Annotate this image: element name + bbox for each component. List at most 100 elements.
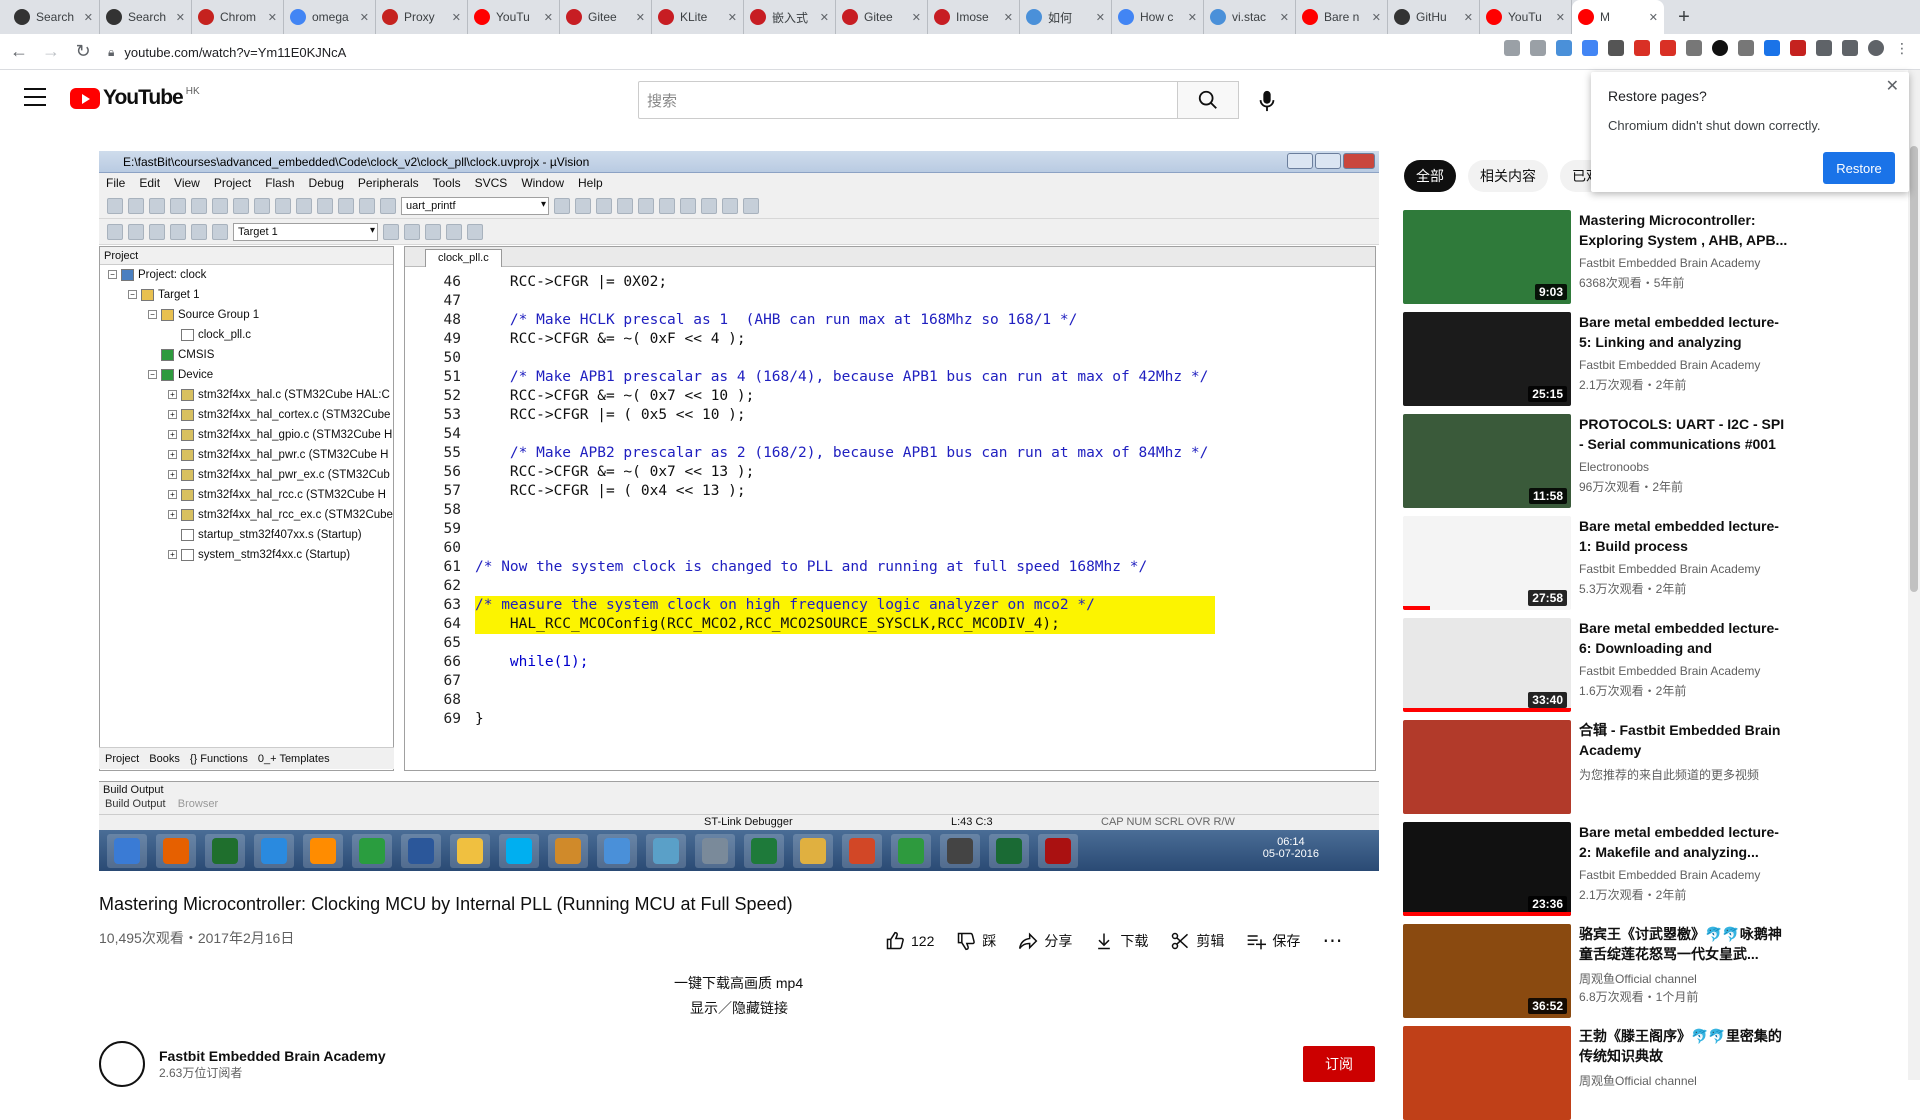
restore-button[interactable]: Restore: [1823, 152, 1895, 184]
tab-close-icon[interactable]: ✕: [1556, 11, 1565, 24]
tab-close-icon[interactable]: ✕: [452, 11, 461, 24]
menu-kebab-icon[interactable]: ⋮: [1894, 40, 1910, 56]
browser-tab[interactable]: 嵌入式 ✕: [744, 0, 836, 34]
tab-close-icon[interactable]: ✕: [1004, 11, 1013, 24]
video-thumbnail[interactable]: 11:58: [1403, 414, 1571, 508]
subscribe-button[interactable]: 订阅: [1303, 1046, 1375, 1082]
download-button[interactable]: 下载: [1094, 931, 1148, 951]
recommended-video[interactable]: 33:40 Bare metal embedded lecture-6: Down…: [1403, 618, 1903, 712]
show-hide-links[interactable]: 显示／隐藏链接: [690, 998, 788, 1018]
video-title[interactable]: Bare metal embedded lecture-2: Makefile …: [1579, 822, 1789, 862]
browser-tab[interactable]: GitHu ✕: [1388, 0, 1480, 34]
tab-close-icon[interactable]: ✕: [912, 11, 921, 24]
video-channel[interactable]: Fastbit Embedded Brain Academy: [1579, 562, 1760, 576]
extension-icon[interactable]: [1686, 40, 1702, 56]
address-bar[interactable]: 🔒︎ youtube.com/watch?v=Ym11E0KJNcA: [108, 39, 1388, 65]
extension-icon[interactable]: [1738, 40, 1754, 56]
tab-close-icon[interactable]: ✕: [1372, 11, 1381, 24]
extension-icon[interactable]: [1582, 40, 1598, 56]
video-title[interactable]: PROTOCOLS: UART - I2C - SPI - Serial com…: [1579, 414, 1789, 454]
video-thumbnail[interactable]: 9:03: [1403, 210, 1571, 304]
reload-icon[interactable]: ↻: [70, 39, 96, 65]
video-player[interactable]: E:\fastBit\courses\advanced_embedded\Cod…: [99, 151, 1379, 871]
scrollbar-thumb[interactable]: [1910, 146, 1918, 592]
video-channel[interactable]: 周观鱼Official channel: [1579, 970, 1697, 987]
close-icon[interactable]: ✕: [1886, 76, 1899, 96]
tab-close-icon[interactable]: ✕: [1280, 11, 1289, 24]
recommended-video[interactable]: 9:03 Mastering Microcontroller: Exploring…: [1403, 210, 1903, 304]
recommended-video[interactable]: 36:52 骆宾王《讨武曌檄》🐬🐬咏鹅神童舌绽莲花怒骂一代女皇武... 周观鱼Off…: [1403, 924, 1903, 1018]
video-channel[interactable]: Fastbit Embedded Brain Academy: [1579, 664, 1760, 678]
video-thumbnail[interactable]: 33:40: [1403, 618, 1571, 712]
tab-close-icon[interactable]: ✕: [268, 11, 277, 24]
video-title[interactable]: 王勃《滕王阁序》🐬🐬里密集的传统知识典故: [1579, 1026, 1789, 1066]
video-title[interactable]: Bare metal embedded lecture-1: Build pro…: [1579, 516, 1789, 556]
github-icon[interactable]: [1712, 40, 1728, 56]
recommended-video[interactable]: 合辑 - Fastbit Embedded Brain Academy 为您推荐的…: [1403, 720, 1903, 814]
video-channel[interactable]: Fastbit Embedded Brain Academy: [1579, 358, 1760, 372]
video-title[interactable]: Mastering Microcontroller: Exploring Sys…: [1579, 210, 1789, 250]
extension-icon[interactable]: [1634, 40, 1650, 56]
video-thumbnail[interactable]: 27:58: [1403, 516, 1571, 610]
tab-close-icon[interactable]: ✕: [84, 11, 93, 24]
channel-avatar[interactable]: [99, 1041, 145, 1087]
recommended-video[interactable]: 25:15 Bare metal embedded lecture-5: Link…: [1403, 312, 1903, 406]
recommended-video[interactable]: 27:58 Bare metal embedded lecture-1: Buil…: [1403, 516, 1903, 610]
video-thumbnail[interactable]: 25:15: [1403, 312, 1571, 406]
recommended-video[interactable]: 王勃《滕王阁序》🐬🐬里密集的传统知识典故周观鱼Official channel: [1403, 1026, 1903, 1120]
filter-chip[interactable]: 全部: [1404, 160, 1456, 192]
more-actions-icon[interactable]: ⋯: [1322, 928, 1343, 953]
browser-tab[interactable]: How c ✕: [1112, 0, 1204, 34]
tab-close-icon[interactable]: ✕: [1464, 11, 1473, 24]
dislike-button[interactable]: 踩: [956, 931, 996, 951]
video-channel[interactable]: Electronoobs: [1579, 460, 1649, 474]
youtube-logo[interactable]: YouTube HK: [70, 86, 200, 110]
video-channel[interactable]: 为您推荐的来自此频道的更多视频: [1579, 766, 1759, 783]
voice-search-button[interactable]: [1254, 88, 1280, 114]
video-thumbnail[interactable]: [1403, 1026, 1571, 1120]
browser-tab[interactable]: KLite ✕: [652, 0, 744, 34]
extension-icon[interactable]: [1790, 40, 1806, 56]
browser-tab[interactable]: Gitee ✕: [560, 0, 652, 34]
browser-tab[interactable]: Search ✕: [100, 0, 192, 34]
tab-close-icon[interactable]: ✕: [1649, 11, 1658, 24]
video-title[interactable]: 骆宾王《讨武曌檄》🐬🐬咏鹅神童舌绽莲花怒骂一代女皇武...: [1579, 924, 1789, 964]
video-thumbnail[interactable]: 36:52: [1403, 924, 1571, 1018]
video-title[interactable]: 合辑 - Fastbit Embedded Brain Academy: [1579, 720, 1789, 760]
browser-tab[interactable]: Chrom ✕: [192, 0, 284, 34]
tab-close-icon[interactable]: ✕: [360, 11, 369, 24]
page-scrollbar[interactable]: [1908, 70, 1920, 1080]
tab-close-icon[interactable]: ✕: [544, 11, 553, 24]
video-thumbnail[interactable]: 23:36: [1403, 822, 1571, 916]
share-button[interactable]: 分享: [1018, 931, 1072, 951]
puzzle-icon[interactable]: [1816, 40, 1832, 56]
browser-tab[interactable]: omega ✕: [284, 0, 376, 34]
extension-icon[interactable]: [1764, 40, 1780, 56]
browser-tab[interactable]: YouTu ✕: [1480, 0, 1572, 34]
bookmark-star-icon[interactable]: [1530, 40, 1546, 56]
video-channel[interactable]: 周观鱼Official channel: [1579, 1072, 1697, 1089]
channel-name[interactable]: Fastbit Embedded Brain Academy: [159, 1048, 386, 1064]
filter-chip[interactable]: 相关内容: [1468, 160, 1548, 192]
browser-tab[interactable]: Bare n ✕: [1296, 0, 1388, 34]
extension-icon[interactable]: [1660, 40, 1676, 56]
browser-tab[interactable]: Search ✕: [8, 0, 100, 34]
hamburger-menu-icon[interactable]: [24, 88, 46, 106]
reading-list-icon[interactable]: [1842, 40, 1858, 56]
video-channel[interactable]: Fastbit Embedded Brain Academy: [1579, 256, 1760, 270]
clip-button[interactable]: 剪辑: [1170, 931, 1224, 951]
extension-icon[interactable]: [1608, 40, 1624, 56]
new-tab-button[interactable]: +: [1670, 3, 1698, 31]
browser-tab[interactable]: 如何 ✕: [1020, 0, 1112, 34]
video-title[interactable]: Bare metal embedded lecture-5: Linking a…: [1579, 312, 1789, 352]
install-icon[interactable]: [1504, 40, 1520, 56]
search-button[interactable]: [1177, 81, 1239, 119]
forward-icon[interactable]: →: [38, 39, 64, 65]
tab-close-icon[interactable]: ✕: [728, 11, 737, 24]
video-thumbnail[interactable]: [1403, 720, 1571, 814]
browser-tab[interactable]: YouTu ✕: [468, 0, 560, 34]
like-button[interactable]: 122: [885, 931, 934, 951]
browser-tab[interactable]: Imose ✕: [928, 0, 1020, 34]
extension-icon[interactable]: [1556, 40, 1572, 56]
browser-tab[interactable]: Gitee ✕: [836, 0, 928, 34]
